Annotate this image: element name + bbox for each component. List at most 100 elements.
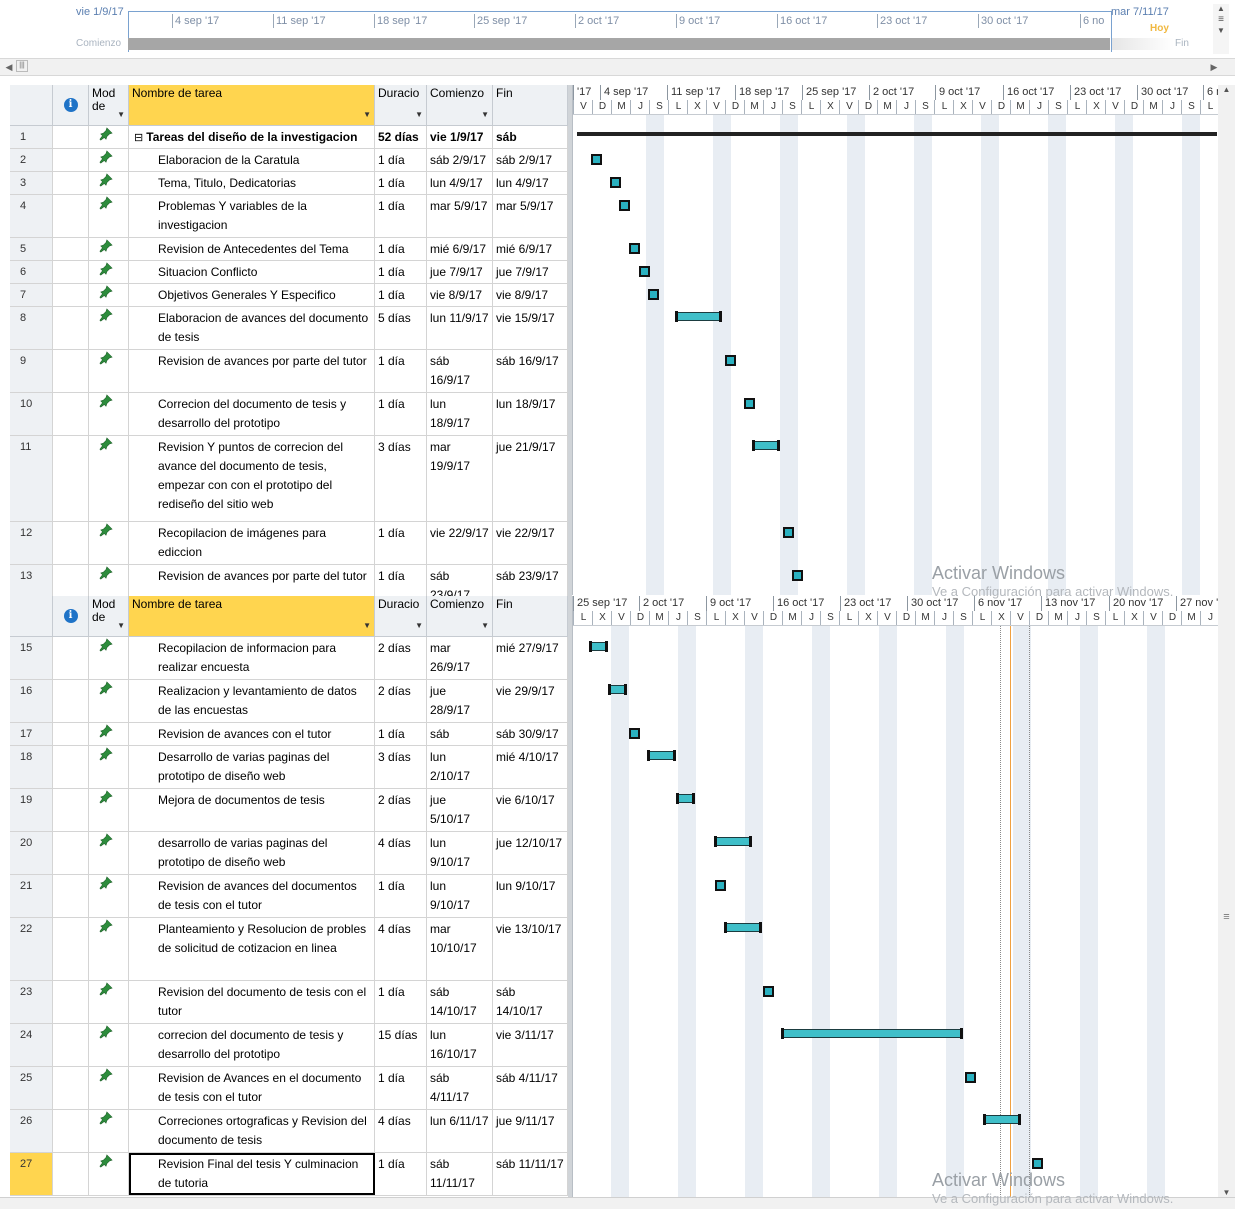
task-duration[interactable]: 4 días	[375, 918, 427, 980]
task-start[interactable]: sáb 2/9/17	[427, 149, 493, 171]
task-start[interactable]: vie 22/9/17	[427, 522, 493, 564]
mode-cell[interactable]	[89, 172, 129, 194]
task-bar-short[interactable]	[725, 355, 736, 366]
task-name[interactable]: desarrollo de varias paginas del prototi…	[129, 832, 375, 874]
task-bar-short[interactable]	[783, 527, 794, 538]
task-row[interactable]: 7 Objetivos Generales Y Especifico 1 día vi…	[10, 284, 568, 307]
task-bar[interactable]	[752, 440, 780, 451]
task-bar-short[interactable]	[639, 266, 650, 277]
gantt-chart-pane-1[interactable]: '17 4 sep '17 11 sep '17 18 sep '17 25 sep '…	[572, 85, 1219, 595]
mode-cell[interactable]	[89, 393, 129, 435]
start-column-header[interactable]: Comienzo ▼	[427, 596, 493, 637]
task-duration[interactable]: 1 día	[375, 284, 427, 306]
task-end[interactable]: vie 22/9/17	[493, 522, 568, 564]
task-row[interactable]: 9 Revision de avances por parte del tutor…	[10, 350, 568, 393]
task-duration[interactable]: 1 día	[375, 261, 427, 283]
mode-cell[interactable]	[89, 284, 129, 306]
row-id[interactable]: 1	[10, 126, 53, 148]
mode-cell[interactable]	[89, 307, 129, 349]
mode-cell[interactable]	[89, 195, 129, 237]
row-id[interactable]: 10	[10, 393, 53, 435]
task-row[interactable]: 23 Revision del documento de tesis con el…	[10, 981, 568, 1024]
end-column-header[interactable]: Fin	[493, 85, 568, 126]
task-bar[interactable]	[675, 311, 722, 322]
gantt-chart-pane-2[interactable]: 25 sep '17 2 oct '17 9 oct '17 16 oct '17 23…	[572, 596, 1219, 1197]
info-cell[interactable]	[53, 261, 89, 283]
task-end[interactable]: vie 13/10/17	[493, 918, 568, 980]
task-name[interactable]: Revision de avances del documentos de te…	[129, 875, 375, 917]
row-id[interactable]: 8	[10, 307, 53, 349]
info-cell[interactable]	[53, 393, 89, 435]
task-end[interactable]: vie 15/9/17	[493, 307, 568, 349]
mode-cell[interactable]	[89, 1024, 129, 1066]
task-row[interactable]: 25 Revision de Avances en el documento de…	[10, 1067, 568, 1110]
task-end[interactable]: sáb 4/11/17	[493, 1067, 568, 1109]
task-name[interactable]: Revision de Antecedentes del Tema	[129, 238, 375, 260]
mode-cell[interactable]	[89, 436, 129, 521]
row-id[interactable]: 24	[10, 1024, 53, 1066]
mode-cell[interactable]	[89, 875, 129, 917]
info-cell[interactable]	[53, 918, 89, 980]
task-name[interactable]: Elaboracion de avances del documento de …	[129, 307, 375, 349]
task-bar-short[interactable]	[1032, 1158, 1043, 1169]
task-bar[interactable]	[983, 1114, 1021, 1125]
task-name[interactable]: Desarrollo de varias paginas del prototi…	[129, 746, 375, 788]
task-bar-short[interactable]	[629, 728, 640, 739]
task-row[interactable]: 6 Situacion Conflicto 1 día jue 7/9/17 jue 7…	[10, 261, 568, 284]
row-id[interactable]: 17	[10, 723, 53, 745]
task-start[interactable]: jue 7/9/17	[427, 261, 493, 283]
task-duration[interactable]: 4 días	[375, 832, 427, 874]
task-duration[interactable]: 15 días	[375, 1024, 427, 1066]
info-cell[interactable]	[53, 436, 89, 521]
mode-cell[interactable]	[89, 238, 129, 260]
filter-dropdown-icon[interactable]: ▼	[415, 108, 423, 121]
mode-cell[interactable]	[89, 1153, 129, 1195]
task-duration[interactable]: 2 días	[375, 680, 427, 722]
duration-column-header[interactable]: Duracio ▼	[375, 85, 427, 126]
task-name[interactable]: Revision Y puntos de correcion del avanc…	[129, 436, 375, 521]
info-cell[interactable]	[53, 172, 89, 194]
task-end[interactable]: jue 9/11/17	[493, 1110, 568, 1152]
row-id[interactable]: 20	[10, 832, 53, 874]
task-bar[interactable]	[676, 793, 695, 804]
task-name[interactable]: Recopilacion de informacion para realiza…	[129, 637, 375, 679]
task-name[interactable]: Objetivos Generales Y Especifico	[129, 284, 375, 306]
task-duration[interactable]: 1 día	[375, 149, 427, 171]
info-cell[interactable]	[53, 680, 89, 722]
row-id[interactable]: 11	[10, 436, 53, 521]
timescale-days[interactable]: VDMJSLXVDMJSLXVDMJSLXVDMJSLXVDMJSL	[573, 100, 1219, 115]
task-start[interactable]: lun 4/9/17	[427, 172, 493, 194]
duration-column-header[interactable]: Duracio ▼	[375, 596, 427, 637]
split-handle-icon[interactable]: ≡	[1218, 911, 1235, 923]
filter-dropdown-icon[interactable]: ▼	[117, 619, 125, 632]
task-row[interactable]: 4 Problemas Y variables de la investigaci…	[10, 195, 568, 238]
task-end[interactable]: sáb 16/9/17	[493, 350, 568, 392]
task-end[interactable]: sáb 11/11/17	[493, 126, 568, 148]
split-divider[interactable]	[568, 85, 572, 1197]
task-name[interactable]: Mejora de documentos de tesis	[129, 789, 375, 831]
row-id[interactable]: 26	[10, 1110, 53, 1152]
task-name[interactable]: Situacion Conflicto	[129, 261, 375, 283]
task-end[interactable]: jue 12/10/17	[493, 832, 568, 874]
info-cell[interactable]	[53, 149, 89, 171]
row-id[interactable]: 27	[10, 1153, 53, 1195]
task-start[interactable]: mar 19/9/17	[427, 436, 493, 521]
end-column-header[interactable]: Fin	[493, 596, 568, 637]
info-cell[interactable]	[53, 307, 89, 349]
task-end[interactable]: sáb 11/11/17	[493, 1153, 568, 1195]
task-end[interactable]: lun 4/9/17	[493, 172, 568, 194]
row-id[interactable]: 6	[10, 261, 53, 283]
task-row[interactable]: 8 Elaboracion de avances del documento de…	[10, 307, 568, 350]
task-row[interactable]: 3 Tema, Titulo, Dedicatorias 1 día lun 4/9/…	[10, 172, 568, 195]
task-duration[interactable]: 5 días	[375, 307, 427, 349]
start-column-header[interactable]: Comienzo ▼	[427, 85, 493, 126]
task-start[interactable]: mar 26/9/17	[427, 637, 493, 679]
task-name[interactable]: correcion del documento de tesis y desar…	[129, 1024, 375, 1066]
task-bar[interactable]	[724, 922, 762, 933]
row-id[interactable]: 22	[10, 918, 53, 980]
task-duration[interactable]: 1 día	[375, 195, 427, 237]
row-id[interactable]: 16	[10, 680, 53, 722]
task-bar-short[interactable]	[744, 398, 755, 409]
task-end[interactable]: vie 29/9/17	[493, 680, 568, 722]
task-end[interactable]: mié 6/9/17	[493, 238, 568, 260]
